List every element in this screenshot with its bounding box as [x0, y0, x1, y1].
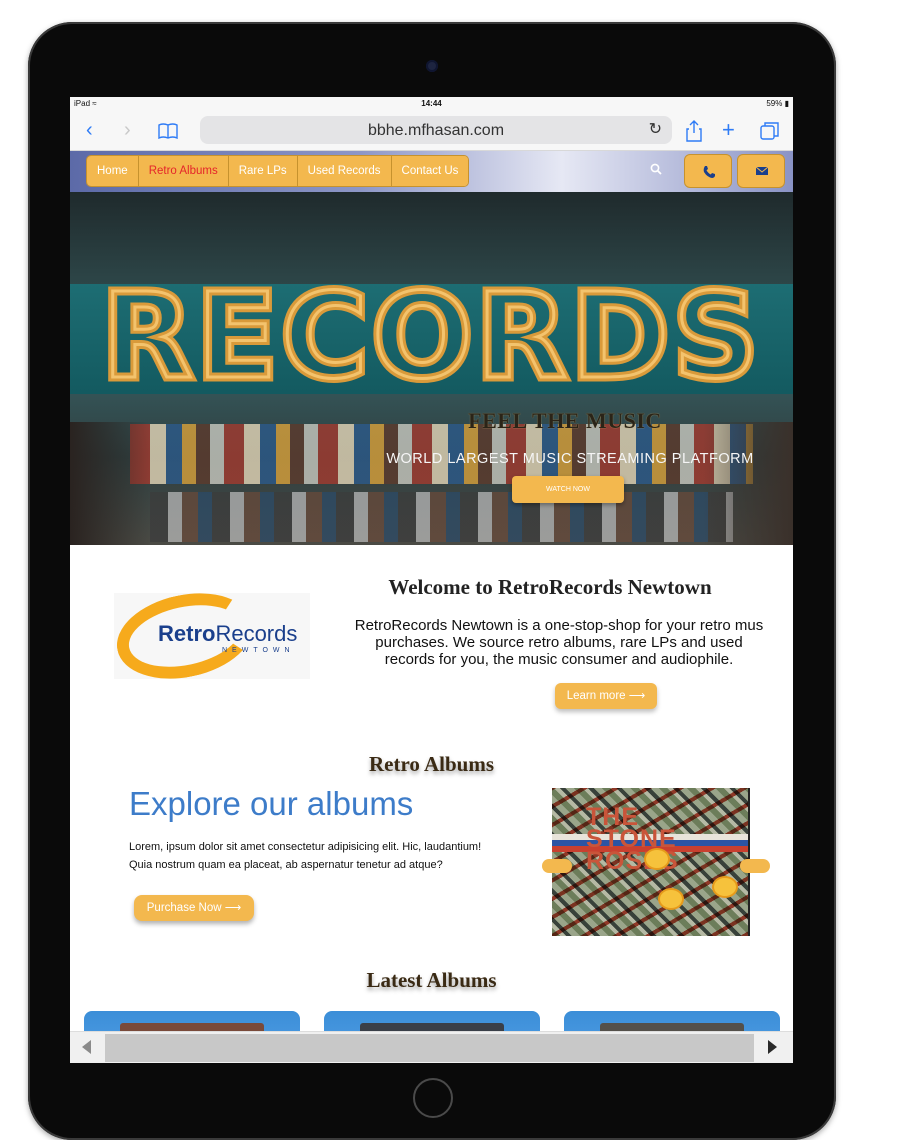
tabs-icon[interactable] [760, 121, 780, 141]
horizontal-scrollbar[interactable] [70, 1031, 793, 1063]
record-shelf-bottom [150, 492, 733, 542]
welcome-section: RetroRecords NEWTOWN Welcome to RetroRec… [70, 545, 793, 745]
watch-now-button[interactable]: WATCH NOW [512, 476, 624, 503]
hero-headline: FEEL THE MUSIC [468, 408, 662, 433]
site-navbar: Home Retro Albums Rare LPs Used Records … [70, 151, 793, 192]
carousel-prev-button[interactable] [542, 859, 572, 873]
nav-used-records[interactable]: Used Records [297, 156, 392, 186]
lemon-1 [644, 848, 670, 870]
search-icon[interactable] [650, 163, 662, 175]
home-button[interactable] [413, 1078, 453, 1118]
camera-icon [426, 60, 438, 72]
phone-button[interactable] [684, 154, 732, 188]
url-text: bbhe.mfhasan.com [367, 122, 505, 139]
welcome-text: RetroRecords Newtown is a one-stop-shop … [354, 617, 764, 668]
envelope-icon [755, 166, 769, 175]
retro-albums-heading: Retro Albums [368, 752, 495, 776]
back-icon[interactable]: ‹ [86, 119, 93, 142]
status-battery: 59% ▮ [766, 99, 789, 108]
screen: iPad ≈ 14:44 59% ▮ ‹ › bbhe.mfhasan.com … [70, 97, 793, 1063]
lemon-3 [658, 888, 684, 910]
album-cover: THE STONE ROSES [552, 788, 750, 936]
welcome-title: Welcome to RetroRecords Newtown [388, 575, 712, 599]
bookmarks-icon[interactable] [158, 123, 178, 139]
nav-retro-albums[interactable]: Retro Albums [138, 156, 229, 186]
email-button[interactable] [737, 154, 785, 188]
retro-albums-section: Retro Albums Explore our albums Lorem, i… [70, 745, 793, 960]
scroll-left-icon[interactable] [82, 1040, 91, 1054]
latest-albums-heading: Latest Albums [366, 968, 497, 992]
carousel-next-button[interactable] [740, 859, 770, 873]
browser-toolbar: ‹ › bbhe.mfhasan.com ↻ + [70, 111, 793, 151]
explore-title: Explore our albums [129, 785, 414, 822]
hero-banner: RECORDS RECORDS FEEL THE MUSIC WORLD LAR… [70, 192, 793, 545]
hero-subtitle: WORLD LARGEST MUSIC STREAMING PLATFORM [386, 451, 754, 467]
lemon-2 [712, 876, 738, 898]
reload-icon[interactable]: ↻ [649, 119, 662, 139]
nav-contact-us[interactable]: Contact Us [391, 156, 469, 186]
scroll-right-icon[interactable] [768, 1040, 777, 1054]
share-icon[interactable] [686, 120, 702, 142]
nav-rare-lps[interactable]: Rare LPs [228, 156, 298, 186]
logo-subtitle: NEWTOWN [222, 647, 295, 654]
address-bar[interactable]: bbhe.mfhasan.com ↻ [200, 116, 672, 144]
logo-brand: RetroRecords [158, 621, 298, 646]
status-bar: iPad ≈ 14:44 59% ▮ [70, 97, 793, 111]
scrollbar-thumb[interactable] [105, 1034, 754, 1062]
hero-shade-left [70, 422, 150, 545]
main-menu: Home Retro Albums Rare LPs Used Records … [86, 155, 470, 187]
learn-more-button[interactable]: Learn more ⟶ [555, 683, 657, 709]
forward-icon[interactable]: › [124, 119, 131, 142]
purchase-now-button[interactable]: Purchase Now ⟶ [134, 895, 254, 921]
retrorecords-logo: RetroRecords NEWTOWN [108, 581, 310, 691]
battery-icon: ▮ [784, 99, 789, 108]
nav-home[interactable]: Home [87, 156, 139, 186]
phone-icon [703, 166, 715, 178]
new-tab-icon[interactable]: + [722, 117, 735, 143]
hero-shade-right [703, 422, 793, 545]
svg-text:RECORDS: RECORDS [102, 267, 762, 405]
retro-text: Lorem, ipsum dolor sit amet consectetur … [129, 841, 482, 871]
status-time: 14:44 [421, 99, 442, 108]
records-neon-sign: RECORDS RECORDS [97, 263, 762, 410]
